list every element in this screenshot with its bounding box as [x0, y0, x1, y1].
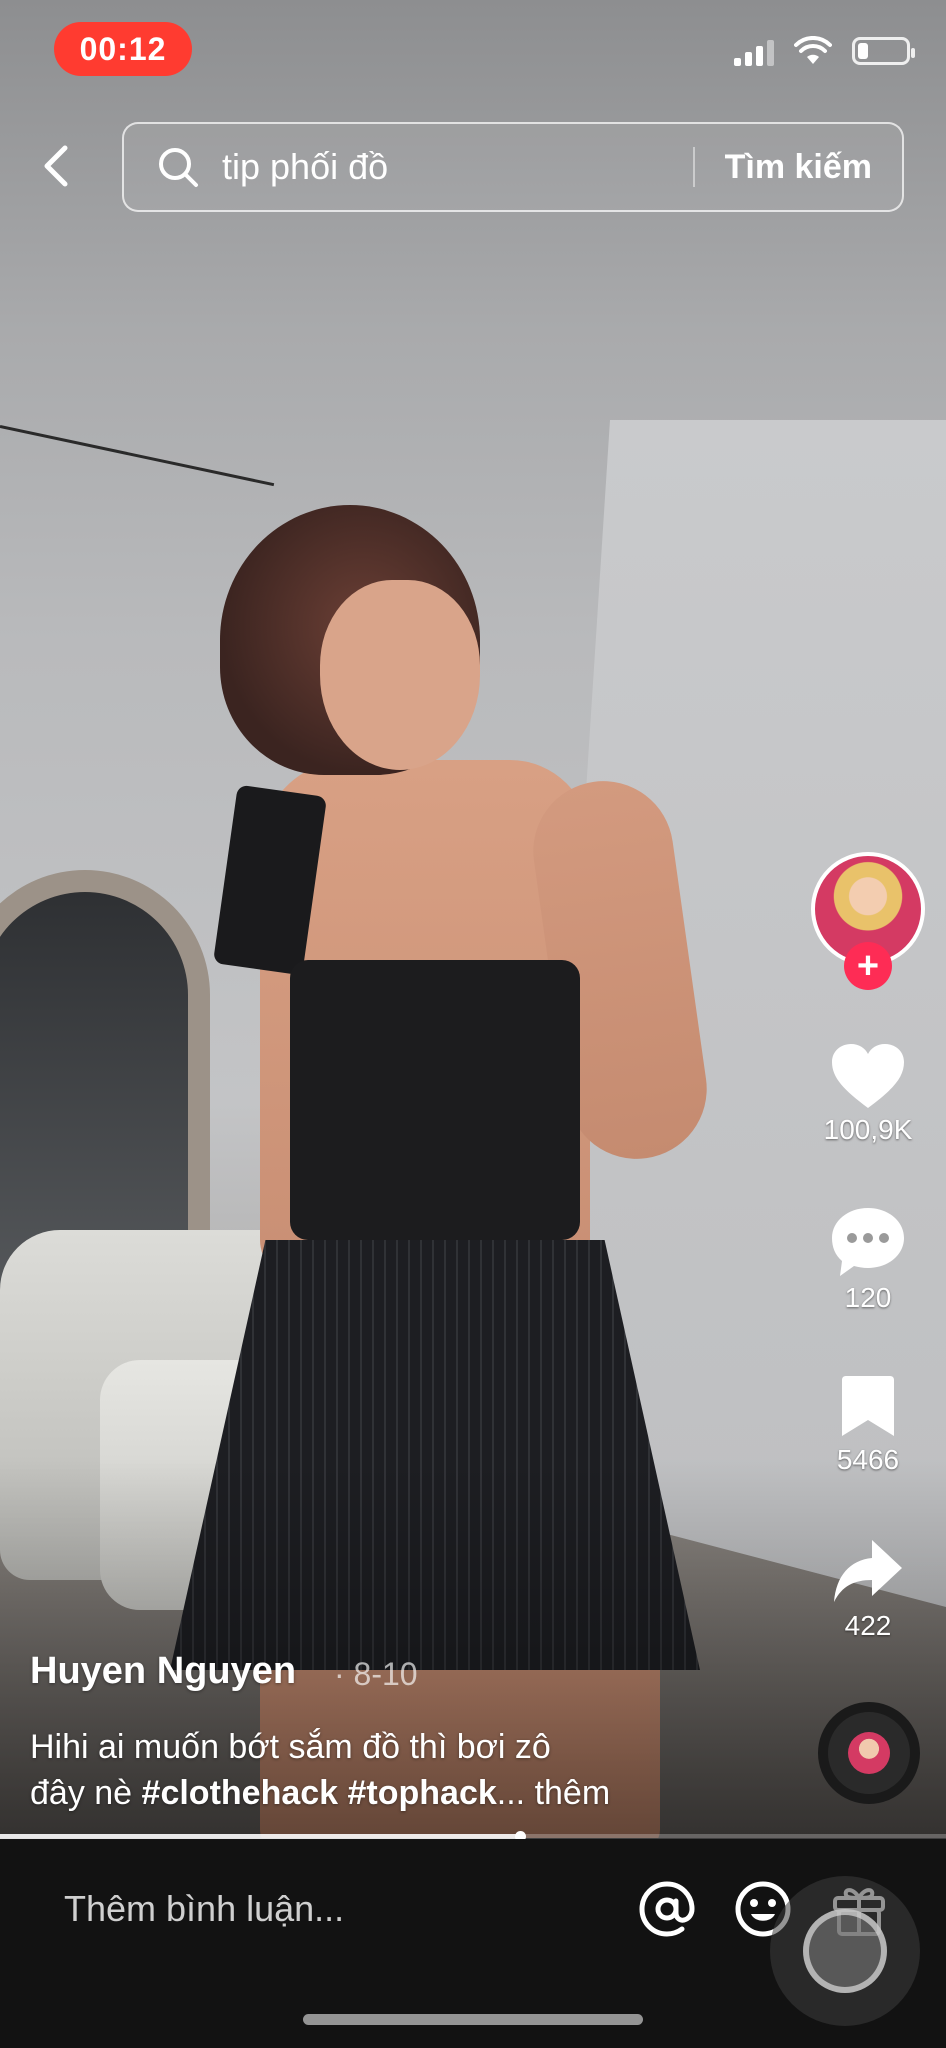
caption-line-1: Hihi ai muốn bớt sắm đồ thì bơi zô	[30, 1728, 551, 1766]
wifi-icon	[794, 36, 832, 64]
music-disc[interactable]	[818, 1702, 920, 1804]
author-name[interactable]: Huyen Nguyen	[30, 1650, 296, 1693]
home-indicator	[303, 2014, 643, 2025]
search-icon	[159, 148, 198, 187]
search-submit-button[interactable]: Tìm kiếm	[695, 148, 902, 187]
post-date: · 8-10	[334, 1656, 418, 1692]
back-button[interactable]	[30, 130, 82, 202]
comment-count: 120	[844, 1282, 892, 1313]
more-link[interactable]: ... thêm	[497, 1774, 610, 1812]
mention-icon	[639, 1881, 695, 1937]
follow-button[interactable]: +	[844, 942, 892, 990]
creator-avatar[interactable]: +	[811, 852, 925, 990]
black-crop-top	[290, 960, 580, 1240]
share-arrow-icon	[834, 1540, 902, 1602]
music-cover	[848, 1732, 890, 1774]
mention-button[interactable]	[634, 1876, 700, 1942]
hashtag-clothehack[interactable]: #clothehack	[142, 1774, 339, 1812]
search-query[interactable]: tip phối đồ	[222, 146, 693, 188]
comment-input[interactable]: Thêm bình luận...	[64, 1888, 344, 1930]
comment-button[interactable]: 120	[798, 1206, 938, 1314]
caption-prefix: đây nè	[30, 1774, 142, 1812]
plus-icon: +	[856, 945, 880, 987]
hashtag-tophack[interactable]: #tophack	[348, 1774, 497, 1812]
assistive-touch-button[interactable]	[770, 1876, 920, 2026]
share-button[interactable]: 422	[798, 1536, 938, 1642]
share-count: 422	[844, 1610, 892, 1641]
like-count: 100,9K	[823, 1114, 913, 1145]
battery-icon	[852, 37, 915, 65]
video-caption[interactable]: Hihi ai muốn bớt sắm đồ thì bơi zô đây n…	[30, 1724, 710, 1816]
bookmark-icon	[842, 1376, 894, 1436]
back-arrow-icon	[44, 145, 68, 187]
save-count: 5466	[836, 1444, 900, 1475]
status-indicators	[734, 36, 915, 66]
cellular-signal-icon	[734, 36, 774, 66]
search-input[interactable]: tip phối đồ Tìm kiếm	[122, 122, 904, 212]
caption-line-2: đây nè #clothehack #tophack... thêm	[30, 1770, 710, 1816]
ceiling-edge	[0, 425, 275, 487]
status-time: 00:12	[54, 22, 192, 76]
heart-icon	[832, 1044, 904, 1108]
comment-bubble-icon	[832, 1208, 904, 1276]
person-face	[320, 580, 480, 770]
bookmark-button[interactable]: 5466	[798, 1374, 938, 1476]
like-button[interactable]: 100,9K	[798, 1042, 938, 1146]
